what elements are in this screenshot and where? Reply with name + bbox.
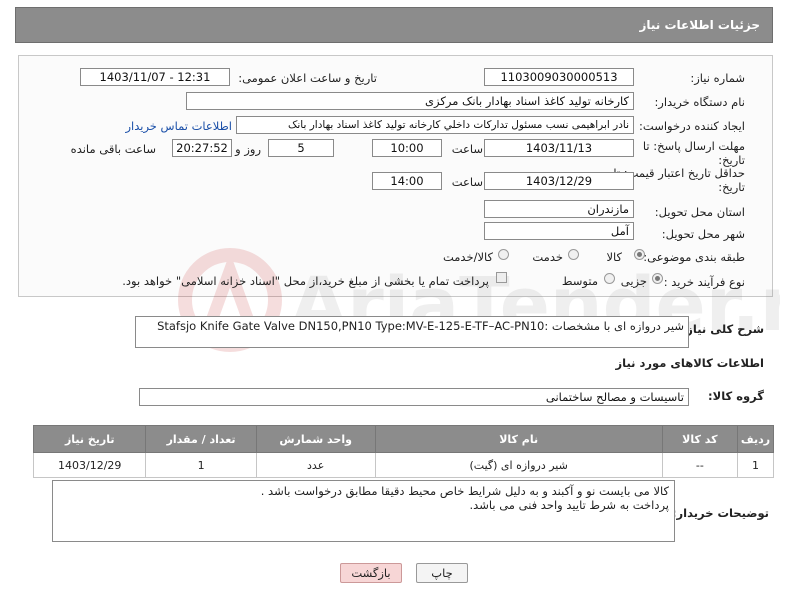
requester-field: نادر ابراهیمی نسب مسئول تداركات داخلي كا… <box>236 116 634 134</box>
buyer-org-label: نام دستگاه خریدار: <box>654 95 745 109</box>
validity-time-field: 14:00 <box>372 172 442 190</box>
category-label: طبقه بندی موضوعی: <box>643 250 745 264</box>
cell-quantity: 1 <box>145 452 257 478</box>
buyer-notes-line-2: پرداخت به شرط تایید واحد فنی می باشد. <box>469 498 669 512</box>
announce-datetime-field: 1403/11/07 - 12:31 <box>80 68 230 86</box>
hours-remaining-label: ساعت باقی مانده <box>70 142 156 156</box>
cell-goods-name: شیر دروازه ای (گیت) <box>374 452 663 478</box>
page-header-bar: جزئیات اطلاعات نیاز <box>15 7 773 43</box>
city-field: آمل <box>484 222 634 240</box>
remaining-time-field: 20:27:52 <box>172 139 232 157</box>
table-row: 1 -- شیر دروازه ای (گیت) عدد 1 1403/12/2… <box>32 452 775 478</box>
buyer-notes-line-1: کالا می بایست نو و آکبند و به دلیل شرایط… <box>260 484 669 498</box>
deadline-label-2: تاریخ: <box>718 153 745 167</box>
day-and-label: روز و <box>235 142 261 156</box>
treasury-checkbox[interactable] <box>496 272 507 283</box>
goods-info-heading: اطلاعات کالاهای مورد نیاز <box>615 356 764 370</box>
col-unit: واحد شمارش <box>255 425 376 453</box>
print-button[interactable]: چاپ <box>416 563 468 583</box>
general-desc-label: شرح کلی نیاز: <box>681 322 764 336</box>
category-option-both: کالا/خدمت <box>442 250 493 264</box>
col-goods-code: کد کالا <box>661 425 738 453</box>
buyer-notes-label: توضیحات خریدار: <box>671 506 769 520</box>
category-radio-both[interactable] <box>498 249 509 260</box>
cell-row: 1 <box>736 452 775 478</box>
remaining-days-field: 5 <box>268 139 334 157</box>
back-button[interactable]: بازگشت <box>340 563 402 583</box>
col-goods-name: نام کالا <box>374 425 663 453</box>
process-label: نوع فرآیند خرید : <box>663 275 745 289</box>
need-number-label: شماره نیاز: <box>690 71 745 85</box>
province-label: استان محل تحویل: <box>654 205 745 219</box>
contact-buyer-link[interactable]: اطلاعات تماس خریدار <box>125 119 232 133</box>
deadline-date-field: 1403/11/13 <box>484 139 634 157</box>
city-label: شهر محل تحویل: <box>661 227 745 241</box>
general-desc-box: شیر دروازه ای با مشخصات :Stafsjo Knife G… <box>135 316 689 348</box>
process-radio-medium[interactable] <box>604 273 615 284</box>
province-field: مازندران <box>484 200 634 218</box>
goods-group-field: تاسیسات و مصالح ساختمانی <box>139 388 689 406</box>
category-radio-service[interactable] <box>568 249 579 260</box>
deadline-time-field: 10:00 <box>372 139 442 157</box>
buyer-org-field: کارخانه تولید کاغذ اسناد بهادار بانک مرک… <box>186 92 634 110</box>
validity-hour-label: ساعت <box>451 175 483 189</box>
validity-date-field: 1403/12/29 <box>484 172 634 190</box>
deadline-label: مهلت ارسال پاسخ: تا <box>642 139 745 153</box>
page-title: جزئیات اطلاعات نیاز <box>639 18 760 32</box>
process-option-medium: متوسط <box>561 274 598 288</box>
deadline-hour-label: ساعت <box>451 142 483 156</box>
cell-unit: عدد <box>255 452 376 478</box>
process-radio-minor[interactable] <box>652 273 663 284</box>
category-option-service: خدمت <box>532 250 563 264</box>
buyer-notes-box: کالا می بایست نو و آکبند و به دلیل شرایط… <box>52 480 675 542</box>
min-validity-label-2: تاریخ: <box>718 180 745 194</box>
category-radio-goods[interactable] <box>634 249 645 260</box>
treasury-note: پرداخت تمام یا بخشی از مبلغ خرید،از محل … <box>122 274 489 288</box>
cell-need-date: 1403/12/29 <box>32 452 147 478</box>
col-need-date: تاریخ نیاز <box>32 425 147 453</box>
process-option-minor: جزیی <box>620 274 647 288</box>
col-row: ردیف <box>736 425 775 453</box>
need-number-field: 1103009030000513 <box>484 68 634 86</box>
goods-table-header-row: ردیف کد کالا نام کالا واحد شمارش تعداد /… <box>32 425 775 453</box>
category-option-goods: کالا <box>606 250 622 264</box>
requester-label: ایجاد کننده درخواست: <box>639 119 745 133</box>
cell-goods-code: -- <box>661 452 738 478</box>
col-quantity: تعداد / مقدار <box>145 425 257 453</box>
goods-table: ردیف کد کالا نام کالا واحد شمارش تعداد /… <box>32 425 775 478</box>
announce-datetime-label: تاریخ و ساعت اعلان عمومی: <box>238 71 377 85</box>
goods-group-label: گروه کالا: <box>708 389 764 403</box>
